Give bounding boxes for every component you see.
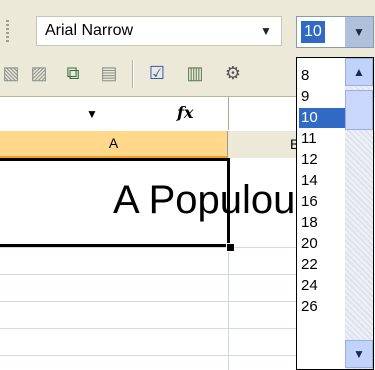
chevron-down-icon[interactable]: ▼ (345, 17, 373, 47)
copy-format-icon[interactable]: ⧉ (62, 62, 84, 84)
chevron-down-icon[interactable]: ▼ (255, 21, 277, 41)
autofilter-icon[interactable]: ⚙ (222, 62, 244, 84)
font-name-combo[interactable]: Arial Narrow ▼ (36, 16, 282, 46)
font-size-option[interactable]: 18 (299, 213, 345, 233)
toolbar-grip[interactable] (6, 20, 9, 44)
insert-function-icon[interactable]: fx (177, 103, 193, 122)
font-size-option[interactable]: 12 (299, 150, 345, 170)
font-size-option[interactable]: 10 (299, 108, 345, 128)
font-size-option[interactable]: 20 (299, 234, 345, 254)
name-box-dropdown-icon[interactable]: ▼ (86, 107, 98, 121)
formula-bar-divider (228, 97, 229, 130)
font-size-value[interactable]: 10 (301, 21, 325, 43)
font-name-value: Arial Narrow (45, 22, 134, 39)
font-size-option[interactable]: 14 (299, 171, 345, 191)
font-size-option[interactable]: 16 (299, 192, 345, 212)
font-size-option[interactable]: 26 (299, 297, 345, 317)
paste-icon[interactable]: ▤ (98, 62, 120, 84)
font-size-option[interactable]: 24 (299, 276, 345, 296)
scroll-up-button[interactable]: ▲ (345, 58, 373, 86)
font-size-option[interactable]: 8 (299, 66, 345, 86)
font-size-option[interactable]: 9 (299, 87, 345, 107)
scroll-thumb[interactable] (345, 90, 373, 130)
column-header-a-label: A (108, 135, 119, 151)
chart-icon[interactable]: ▨ (28, 62, 50, 84)
font-size-option[interactable]: 11 (299, 129, 345, 149)
column-header-a[interactable]: A (0, 131, 228, 158)
research-icon[interactable]: ▥ (184, 62, 206, 84)
active-cell-border[interactable] (0, 158, 230, 247)
toolbar-separator (132, 60, 134, 88)
fill-handle[interactable] (226, 243, 235, 252)
toolbar-icon-partial[interactable]: ▧ (0, 62, 22, 84)
font-size-option[interactable]: 22 (299, 255, 345, 275)
spelling-icon[interactable]: ☑ (146, 62, 168, 84)
font-size-combo[interactable]: 10 ▼ (296, 16, 374, 48)
scroll-down-button[interactable]: ▼ (345, 340, 373, 368)
